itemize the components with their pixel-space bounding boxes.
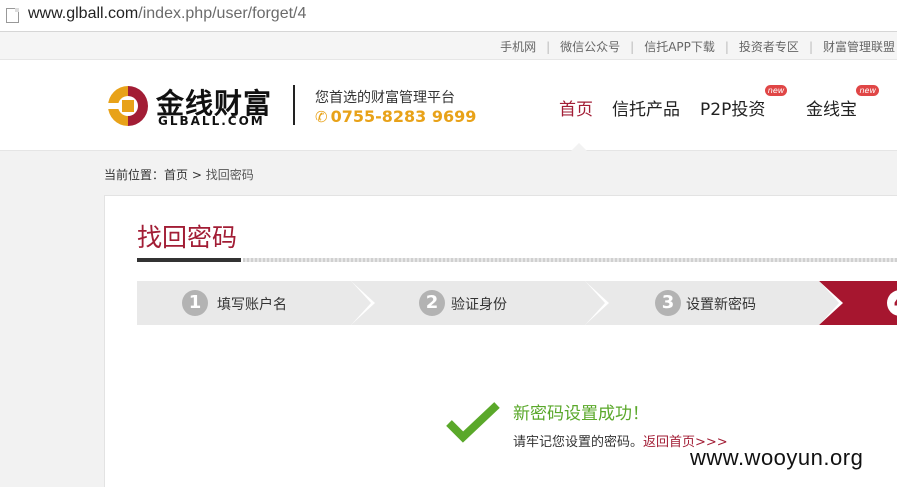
breadcrumb-prefix: 当前位置： [104,168,165,182]
step-1-number: 1 [182,290,208,316]
step-arrow [351,281,371,325]
watermark: www.wooyun.org [690,445,864,470]
step-2-label: 验证身份 [451,297,507,313]
step-3: 3 设置新密码 [585,281,843,325]
hotline: ✆ 0755-8283 9699 [315,107,476,126]
step-3-label: 设置新密码 [686,297,756,313]
site-header: 金线财富 GLBALL.COM 您首选的财富管理平台 ✆ 0755-8283 96… [0,60,897,151]
topnav-separator: | [630,40,635,54]
step-4-number: 4 [887,290,897,316]
top-utility-nav: 手机网 | 微信公众号 | 信托APP下载 | 投资者专区 | 财富管理联盟 [0,32,897,60]
nav-p2p-label: P2P投资 [700,100,766,120]
brand-domain: GLBALL.COM [158,114,265,128]
topnav-separator: | [724,40,729,54]
breadcrumb-current: 找回密码 [205,168,254,182]
logo-icon[interactable] [104,82,152,130]
address-bar[interactable]: www.glball.com/index.php/user/forget/4 [0,0,897,32]
nav-p2p-invest[interactable]: P2P投资 new [700,85,788,120]
new-badge: new [764,85,788,96]
step-1: 1 填写账户名 [137,281,375,325]
check-icon [446,402,500,443]
nav-jinxianbao[interactable]: 金线宝 new [806,85,879,120]
topnav-separator: | [546,40,551,54]
title-underline [137,258,241,262]
progress-steps: 1 填写账户名 2 验证身份 3 设置新密码 4 [137,281,897,325]
phone-icon: ✆ [315,108,328,126]
header-divider [293,85,295,125]
page-title: 找回密码 [137,223,238,252]
topnav-wechat-link[interactable]: 微信公众号 [560,40,620,54]
topnav-investor-link[interactable]: 投资者专区 [739,40,799,54]
url-path: /index.php/user/forget/4 [138,5,307,22]
success-desc-text: 请牢记您设置的密码。 [513,435,644,450]
topnav-app-download-link[interactable]: 信托APP下载 [644,40,715,54]
step-3-number: 3 [655,290,681,316]
topnav-separator: | [808,40,813,54]
hotline-number: 0755-8283 9699 [330,107,477,126]
content-panel: 找回密码 1 填写账户名 2 验证身份 3 设置新密码 4 新密码设置成功！ 请… [104,195,897,487]
title-rule [243,258,897,262]
step-1-label: 填写账户名 [217,297,287,313]
url-host: www.glball.com [28,5,139,22]
new-badge: new [856,85,879,96]
breadcrumb-separator: > [191,168,202,182]
nav-jinxianbao-label: 金线宝 [806,100,857,120]
nav-home[interactable]: 首页 [559,95,593,120]
step-arrow [819,281,839,325]
step-arrow [585,281,605,325]
breadcrumb: 当前位置：首页 > 找回密码 [104,166,254,183]
step-2-number: 2 [419,290,445,316]
nav-trust-products[interactable]: 信托产品 [612,95,680,120]
step-2: 2 验证身份 [351,281,609,325]
url-text[interactable]: www.glball.com/index.php/user/forget/4 [28,5,306,23]
page-icon [6,8,19,23]
success-title: 新密码设置成功！ [513,404,649,424]
tagline: 您首选的财富管理平台 [315,90,455,106]
nav-active-pointer [570,143,588,152]
breadcrumb-home-link[interactable]: 首页 [164,168,188,182]
topnav-mobile-link[interactable]: 手机网 [500,40,536,54]
topnav-alliance-link[interactable]: 财富管理联盟 [823,40,895,54]
